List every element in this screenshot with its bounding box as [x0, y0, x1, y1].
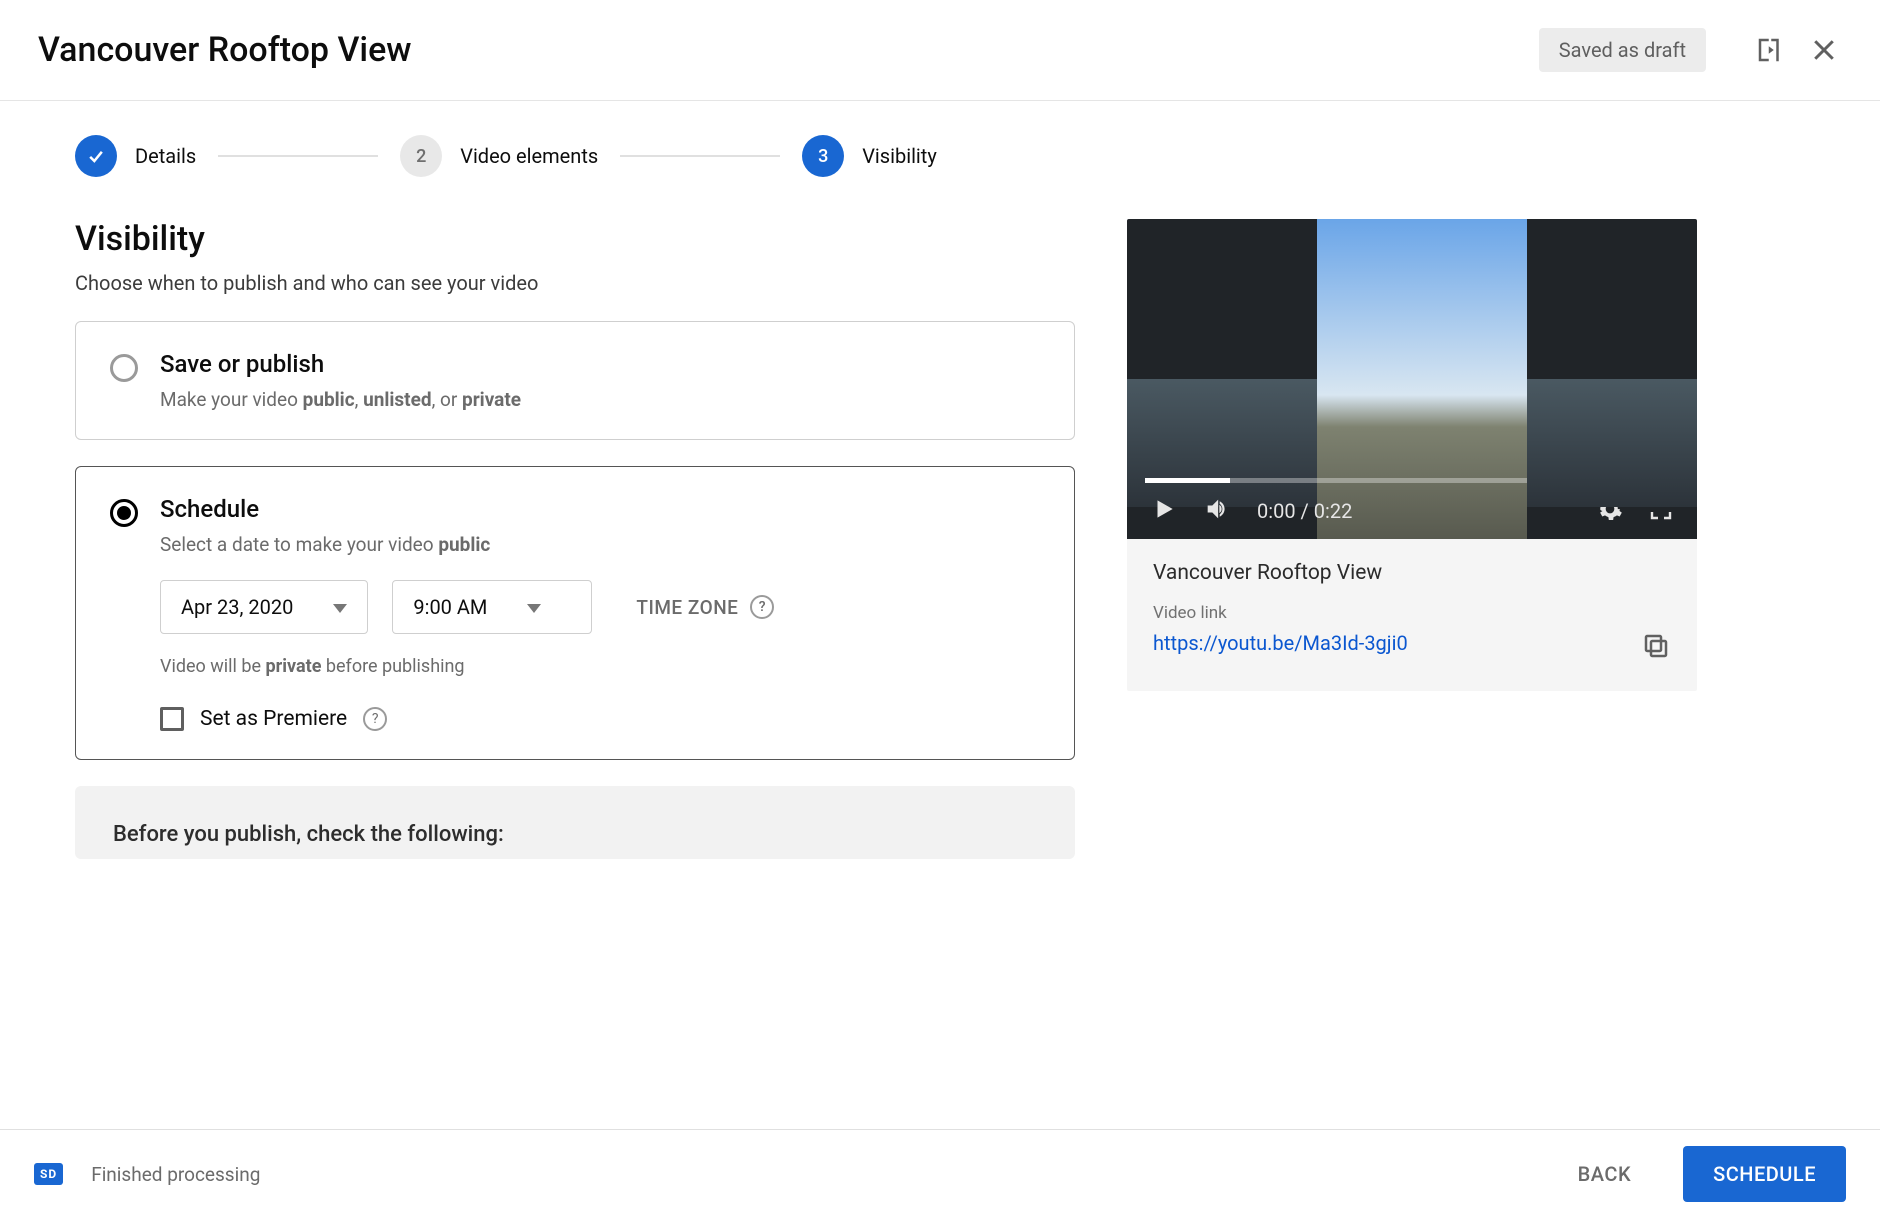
processing-status-text: Finished processing	[91, 1163, 1525, 1186]
step-number: 3	[802, 135, 844, 177]
dropdown-caret-icon	[527, 595, 541, 619]
dropdown-caret-icon	[333, 595, 347, 619]
back-button[interactable]: BACK	[1554, 1148, 1655, 1200]
premiere-option[interactable]: Set as Premiere ?	[160, 707, 1040, 731]
schedule-time-value: 9:00 AM	[413, 595, 487, 619]
upload-stepper: Details 2 Video elements 3 Visibility	[0, 101, 1880, 219]
schedule-button[interactable]: SCHEDULE	[1683, 1146, 1846, 1202]
radio-checked-icon[interactable]	[110, 499, 138, 527]
option-save-or-publish[interactable]: Save or publish Make your video public, …	[75, 321, 1075, 440]
premiere-label: Set as Premiere	[200, 707, 347, 731]
video-player[interactable]: 0:00 / 0:22	[1127, 219, 1697, 539]
dialog-header: Vancouver Rooftop View Saved as draft	[0, 0, 1880, 101]
video-share-link[interactable]: https://youtu.be/Ma3Id-3gji0	[1153, 631, 1623, 655]
step-label: Video elements	[460, 144, 598, 168]
schedule-time-select[interactable]: 9:00 AM	[392, 580, 592, 634]
option-schedule[interactable]: Schedule Select a date to make your vide…	[75, 466, 1075, 760]
schedule-note: Video will be private before publishing	[160, 656, 1040, 677]
step-label: Visibility	[862, 144, 937, 168]
feedback-icon[interactable]	[1752, 32, 1788, 68]
schedule-date-select[interactable]: Apr 23, 2020	[160, 580, 368, 634]
radio-unchecked-icon[interactable]	[110, 354, 138, 382]
schedule-date-value: Apr 23, 2020	[181, 595, 293, 619]
processing-quality-badge: SD	[34, 1163, 63, 1185]
publish-checklist-notice: Before you publish, check the following:	[75, 786, 1075, 859]
step-connector	[620, 155, 780, 157]
video-preview-card: 0:00 / 0:22 Vancouver Rooftop View Video…	[1127, 219, 1697, 691]
step-details[interactable]: Details	[75, 135, 196, 177]
help-icon[interactable]: ?	[363, 707, 387, 731]
step-number: 2	[400, 135, 442, 177]
option-subtitle: Make your video public, unlisted, or pri…	[160, 388, 1040, 411]
volume-icon[interactable]	[1203, 495, 1231, 528]
help-icon[interactable]: ?	[750, 595, 774, 619]
preview-video-title: Vancouver Rooftop View	[1153, 561, 1671, 585]
step-video-elements[interactable]: 2 Video elements	[400, 135, 598, 177]
step-connector	[218, 155, 378, 157]
option-title: Schedule	[160, 495, 1040, 523]
video-time-display: 0:00 / 0:22	[1257, 499, 1352, 523]
close-icon[interactable]	[1806, 32, 1842, 68]
main-content: Visibility Choose when to publish and wh…	[0, 219, 1880, 859]
timezone-button[interactable]: TIME ZONE ?	[636, 595, 774, 619]
play-icon[interactable]	[1151, 496, 1177, 527]
video-title-heading: Vancouver Rooftop View	[38, 30, 1539, 70]
settings-gear-icon[interactable]	[1597, 496, 1623, 527]
dialog-footer: SD Finished processing BACK SCHEDULE	[0, 1129, 1880, 1218]
saved-as-draft-badge: Saved as draft	[1539, 28, 1706, 72]
step-visibility[interactable]: 3 Visibility	[802, 135, 937, 177]
step-label: Details	[135, 144, 196, 168]
option-title: Save or publish	[160, 350, 1040, 378]
option-subtitle: Select a date to make your video public	[160, 533, 1040, 556]
copy-icon[interactable]	[1641, 631, 1671, 665]
checkbox-unchecked-icon[interactable]	[160, 707, 184, 731]
step-check-icon	[75, 135, 117, 177]
video-link-label: Video link	[1153, 603, 1671, 623]
page-title: Visibility	[75, 219, 1075, 259]
fullscreen-icon[interactable]	[1649, 497, 1673, 526]
page-subtitle: Choose when to publish and who can see y…	[75, 271, 1075, 295]
